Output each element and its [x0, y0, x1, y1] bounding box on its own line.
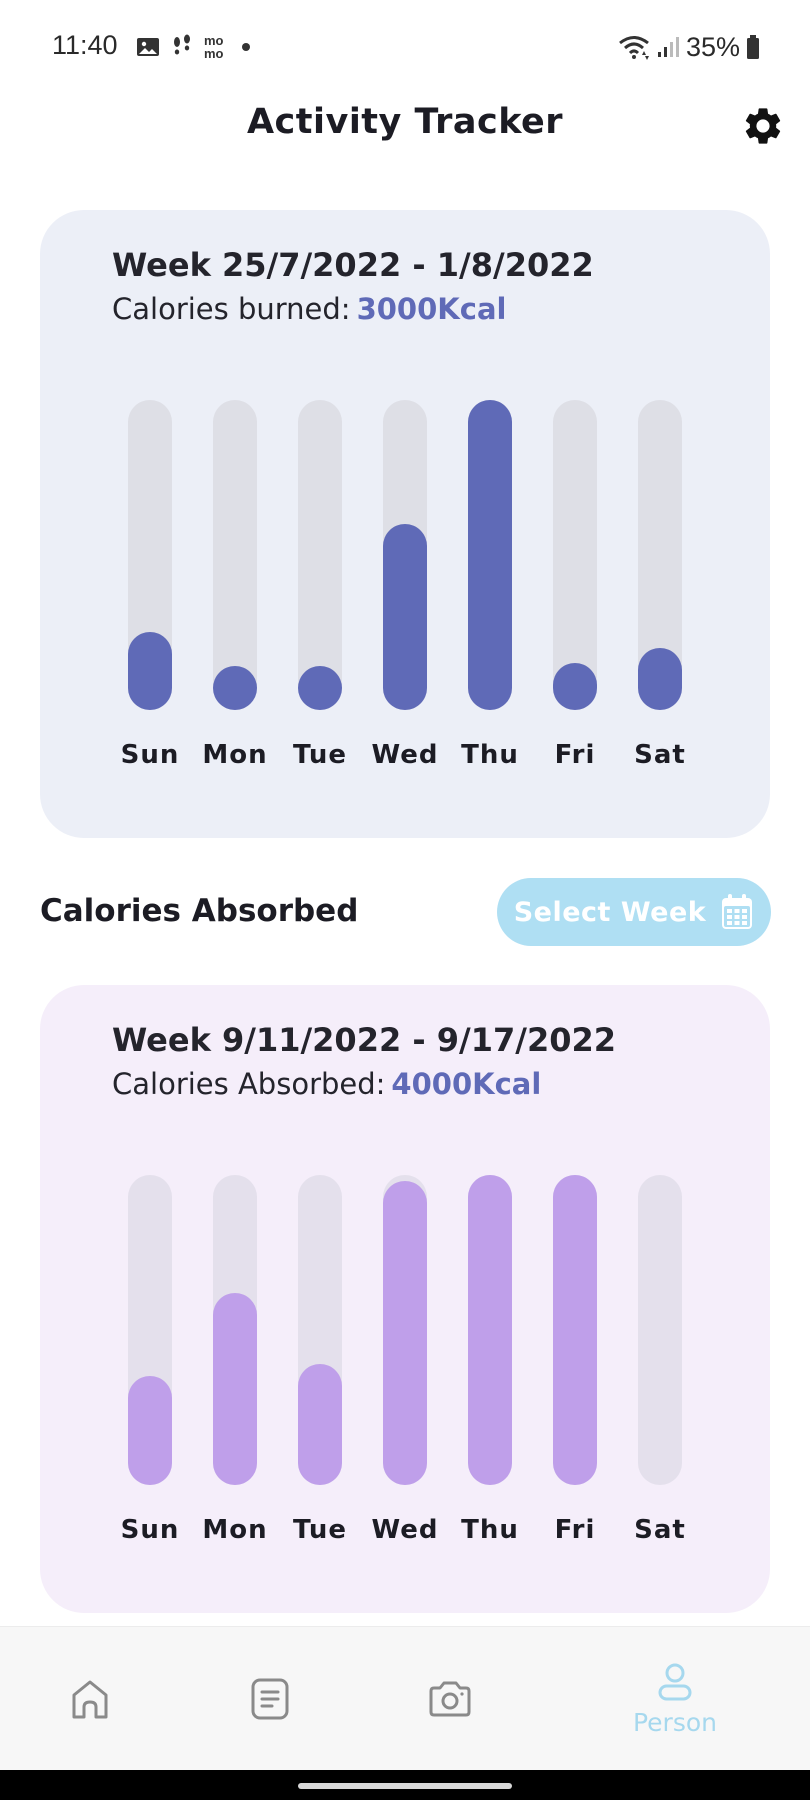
camera-icon	[429, 1681, 471, 1717]
bar-track-mon	[213, 400, 257, 710]
status-notification-icons: mo mo	[136, 30, 250, 64]
day-label-wed: Wed	[371, 740, 439, 770]
bar-sat	[638, 648, 682, 710]
nav-label-person: Person	[632, 1707, 717, 1737]
nav-item-camera[interactable]	[375, 1627, 525, 1771]
bar-fri	[553, 1175, 597, 1485]
day-label-wed: Wed	[371, 1515, 439, 1545]
day-label-sat: Sat	[634, 1515, 686, 1545]
status-time: 11:40	[52, 30, 118, 60]
select-week-label: Select Week	[513, 896, 707, 928]
signal-icon	[657, 37, 679, 57]
select-week-button[interactable]: Select Week	[497, 878, 771, 946]
battery-icon	[747, 35, 759, 59]
day-label-tue: Tue	[292, 1515, 348, 1545]
bar-mon	[213, 666, 257, 710]
bar-thu	[468, 1175, 512, 1485]
calories-absorbed-bar-chart: Sun Mon Tue Wed Thu Fri Sat	[40, 985, 770, 1613]
day-label-fri: Fri	[554, 1515, 596, 1545]
day-label-thu: Thu	[461, 740, 519, 770]
day-label-sun: Sun	[120, 740, 180, 770]
footsteps-icon	[174, 34, 190, 55]
day-label-thu: Thu	[461, 1515, 519, 1545]
bar-sun	[128, 1376, 172, 1485]
day-label-mon: Mon	[202, 1515, 268, 1545]
document-icon	[251, 1678, 289, 1720]
nav-item-person[interactable]: Person	[600, 1627, 750, 1771]
calories-absorbed-card: Week 9/11/2022 - 9/17/2022 Calories Abso…	[40, 985, 770, 1613]
bar-thu	[468, 400, 512, 710]
gallery-icon	[137, 38, 159, 56]
calories-burned-bar-chart: Sun Mon Tue Wed Thu Fri Sat	[40, 210, 770, 838]
person-icon	[658, 1663, 692, 1700]
nav-item-documents[interactable]	[195, 1627, 345, 1771]
day-label-sun: Sun	[120, 1515, 180, 1545]
nav-item-home[interactable]	[15, 1627, 165, 1771]
bar-mon	[213, 1293, 257, 1485]
wifi-icon	[619, 36, 649, 60]
page-title: Activity Tracker	[246, 102, 564, 142]
bar-wed	[383, 1181, 427, 1485]
bar-tue	[298, 666, 342, 710]
momo-icon: mo mo	[204, 34, 224, 60]
day-label-fri: Fri	[554, 740, 596, 770]
gear-icon[interactable]	[741, 104, 785, 148]
momo-bottom: mo	[204, 46, 224, 61]
notification-dot	[241, 43, 250, 51]
bar-sun	[128, 632, 172, 710]
gesture-handle[interactable]	[298, 1783, 512, 1789]
status-bar: 11:40 mo mo 35%	[0, 0, 810, 96]
calories-burned-card: Week 25/7/2022 - 1/8/2022 Calories burne…	[40, 210, 770, 838]
day-label-tue: Tue	[292, 740, 348, 770]
bar-fri	[553, 663, 597, 710]
battery-percent: 35%	[685, 31, 740, 62]
bar-track-sat	[638, 1175, 682, 1485]
bar-tue	[298, 1364, 342, 1485]
bar-track-tue	[298, 400, 342, 710]
day-label-sat: Sat	[634, 740, 686, 770]
status-system-icons: 35%	[618, 30, 760, 64]
home-icon	[72, 1680, 108, 1719]
section-title-calories-absorbed: Calories Absorbed	[40, 893, 359, 929]
day-label-mon: Mon	[202, 740, 268, 770]
calendar-icon	[722, 894, 753, 929]
bar-wed	[383, 524, 427, 710]
bottom-nav: Person	[0, 1626, 810, 1770]
system-navigation-bar	[0, 1770, 810, 1800]
